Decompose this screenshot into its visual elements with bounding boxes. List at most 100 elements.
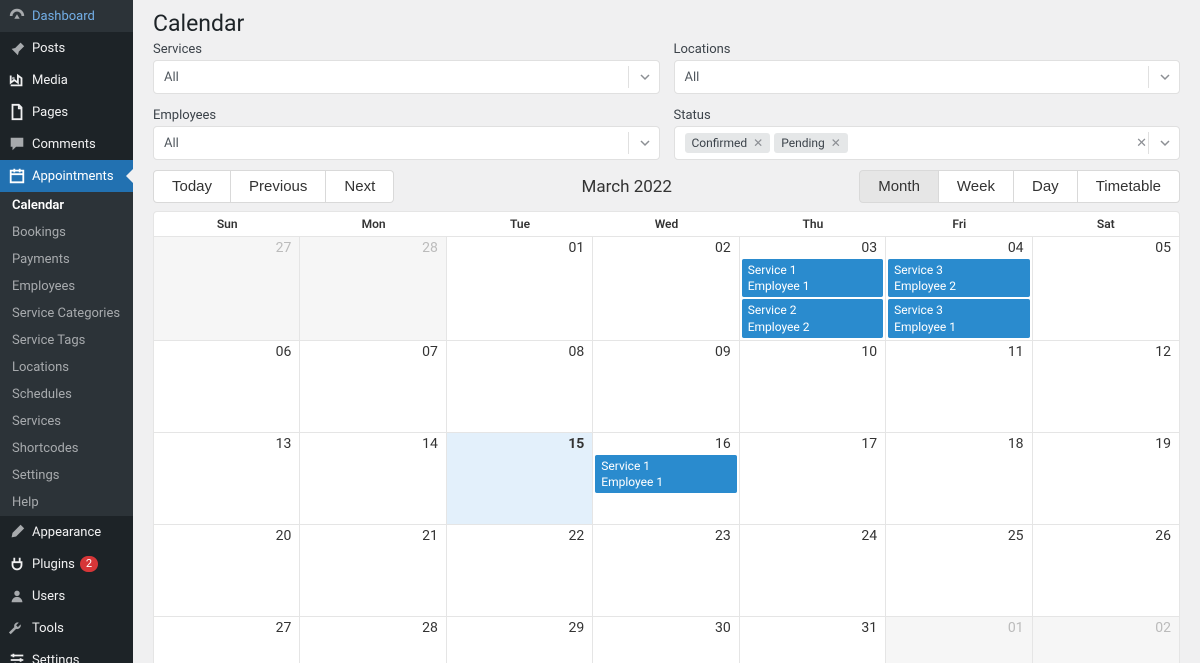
- submenu-service-categories[interactable]: Service Categories: [0, 300, 133, 327]
- dow-header: Sat: [1033, 212, 1179, 236]
- submenu-calendar[interactable]: Calendar: [0, 192, 133, 219]
- previous-button[interactable]: Previous: [231, 170, 326, 203]
- calendar-cell[interactable]: 22: [447, 525, 593, 617]
- calendar-cell[interactable]: 18: [886, 433, 1032, 525]
- sidebar-item-comments[interactable]: Comments: [0, 128, 133, 160]
- view-timetable-button[interactable]: Timetable: [1078, 170, 1180, 203]
- calendar-cell[interactable]: 29: [447, 617, 593, 663]
- sidebar-item-media[interactable]: Media: [0, 64, 133, 96]
- calendar-cell[interactable]: 15: [447, 433, 593, 525]
- filter-label: Services: [153, 42, 660, 57]
- services-select[interactable]: All: [153, 60, 660, 94]
- submenu-services[interactable]: Services: [0, 408, 133, 435]
- calendar-cell[interactable]: 26: [1033, 525, 1179, 617]
- sidebar-item-appearance[interactable]: Appearance: [0, 516, 133, 548]
- chevron-down-icon: [628, 66, 651, 88]
- calendar-cell[interactable]: 08: [447, 341, 593, 433]
- submenu-employees[interactable]: Employees: [0, 273, 133, 300]
- dow-header: Thu: [740, 212, 886, 236]
- submenu-payments[interactable]: Payments: [0, 246, 133, 273]
- calendar-event[interactable]: Service 1Employee 1: [595, 455, 736, 493]
- sidebar-item-appointments[interactable]: Appointments: [0, 160, 133, 192]
- today-button[interactable]: Today: [153, 170, 231, 203]
- calendar-cell[interactable]: 02: [593, 237, 739, 341]
- calendar-cell[interactable]: 19: [1033, 433, 1179, 525]
- calendar-cell[interactable]: 05: [1033, 237, 1179, 341]
- sidebar-label: Settings: [32, 653, 79, 663]
- submenu-help[interactable]: Help: [0, 489, 133, 516]
- calendar-cell[interactable]: 06: [154, 341, 300, 433]
- user-icon: [8, 587, 26, 605]
- calendar-cell[interactable]: 31: [740, 617, 886, 663]
- submenu-schedules[interactable]: Schedules: [0, 381, 133, 408]
- calendar-cell[interactable]: 01: [886, 617, 1032, 663]
- clear-icon[interactable]: ✕: [1136, 136, 1147, 151]
- day-number: 24: [861, 528, 877, 544]
- sidebar-item-users[interactable]: Users: [0, 580, 133, 612]
- calendar-cell[interactable]: 11: [886, 341, 1032, 433]
- calendar-cell[interactable]: 12: [1033, 341, 1179, 433]
- calendar-event[interactable]: Service 3Employee 2: [888, 259, 1029, 297]
- calendar-cell[interactable]: 02: [1033, 617, 1179, 663]
- remove-chip-icon[interactable]: ✕: [831, 136, 841, 150]
- submenu-shortcodes[interactable]: Shortcodes: [0, 435, 133, 462]
- sidebar-item-settings[interactable]: Settings: [0, 644, 133, 663]
- view-day-button[interactable]: Day: [1014, 170, 1078, 203]
- calendar-cell[interactable]: 28: [300, 237, 446, 341]
- day-number: 30: [715, 620, 731, 636]
- select-value: All: [164, 70, 179, 85]
- calendar-cell[interactable]: 20: [154, 525, 300, 617]
- sidebar-item-tools[interactable]: Tools: [0, 612, 133, 644]
- calendar-cell[interactable]: 27: [154, 237, 300, 341]
- day-number: 21: [422, 528, 438, 544]
- calendar-cell[interactable]: 23: [593, 525, 739, 617]
- calendar-toolbar: TodayPreviousNext March 2022 MonthWeekDa…: [153, 170, 1180, 203]
- view-month-button[interactable]: Month: [859, 170, 939, 203]
- calendar-cell[interactable]: 04 Service 3Employee 2Service 3Employee 1: [886, 237, 1032, 341]
- calendar-cell[interactable]: 03Service 1Employee 1Service 2Employee 2: [740, 237, 886, 341]
- sidebar-item-plugins[interactable]: Plugins2: [0, 548, 133, 580]
- day-number: 11: [1008, 344, 1024, 360]
- day-number: 02: [1155, 620, 1171, 636]
- calendar-cell[interactable]: 13: [154, 433, 300, 525]
- select-value: All: [685, 70, 700, 85]
- remove-chip-icon[interactable]: ✕: [753, 136, 763, 150]
- dow-header: Sun: [154, 212, 300, 236]
- filter-label: Locations: [674, 42, 1181, 57]
- calendar-cell[interactable]: 27: [154, 617, 300, 663]
- day-number: 04: [1008, 240, 1024, 256]
- status-select[interactable]: Confirmed✕Pending✕✕: [674, 126, 1181, 160]
- calendar-cell[interactable]: 17: [740, 433, 886, 525]
- calendar-cell[interactable]: 10: [740, 341, 886, 433]
- calendar-cell[interactable]: 01: [447, 237, 593, 341]
- calendar-cell[interactable]: 14: [300, 433, 446, 525]
- sidebar-label: Users: [32, 589, 65, 604]
- dow-header: Fri: [886, 212, 1032, 236]
- calendar-cell[interactable]: 30: [593, 617, 739, 663]
- calendar-cell[interactable]: 07: [300, 341, 446, 433]
- sidebar-item-pages[interactable]: Pages: [0, 96, 133, 128]
- calendar-cell[interactable]: 21: [300, 525, 446, 617]
- sidebar-item-dashboard[interactable]: Dashboard: [0, 0, 133, 32]
- locations-select[interactable]: All: [674, 60, 1181, 94]
- next-button[interactable]: Next: [326, 170, 394, 203]
- calendar-event[interactable]: Service 3Employee 1: [888, 299, 1029, 337]
- filter-locations: Locations All: [674, 42, 1181, 94]
- day-number: 31: [861, 620, 877, 636]
- calendar-event[interactable]: Service 2Employee 2: [742, 299, 883, 337]
- day-number: 09: [715, 344, 731, 360]
- submenu-locations[interactable]: Locations: [0, 354, 133, 381]
- view-week-button[interactable]: Week: [939, 170, 1014, 203]
- day-number: 20: [276, 528, 292, 544]
- submenu-bookings[interactable]: Bookings: [0, 219, 133, 246]
- calendar-event[interactable]: Service 1Employee 1: [742, 259, 883, 297]
- calendar-cell[interactable]: 24: [740, 525, 886, 617]
- submenu-service-tags[interactable]: Service Tags: [0, 327, 133, 354]
- submenu-settings[interactable]: Settings: [0, 462, 133, 489]
- calendar-cell[interactable]: 25: [886, 525, 1032, 617]
- employees-select[interactable]: All: [153, 126, 660, 160]
- calendar-cell[interactable]: 09: [593, 341, 739, 433]
- sidebar-item-posts[interactable]: Posts: [0, 32, 133, 64]
- calendar-cell[interactable]: 16Service 1Employee 1: [593, 433, 739, 525]
- calendar-cell[interactable]: 28: [300, 617, 446, 663]
